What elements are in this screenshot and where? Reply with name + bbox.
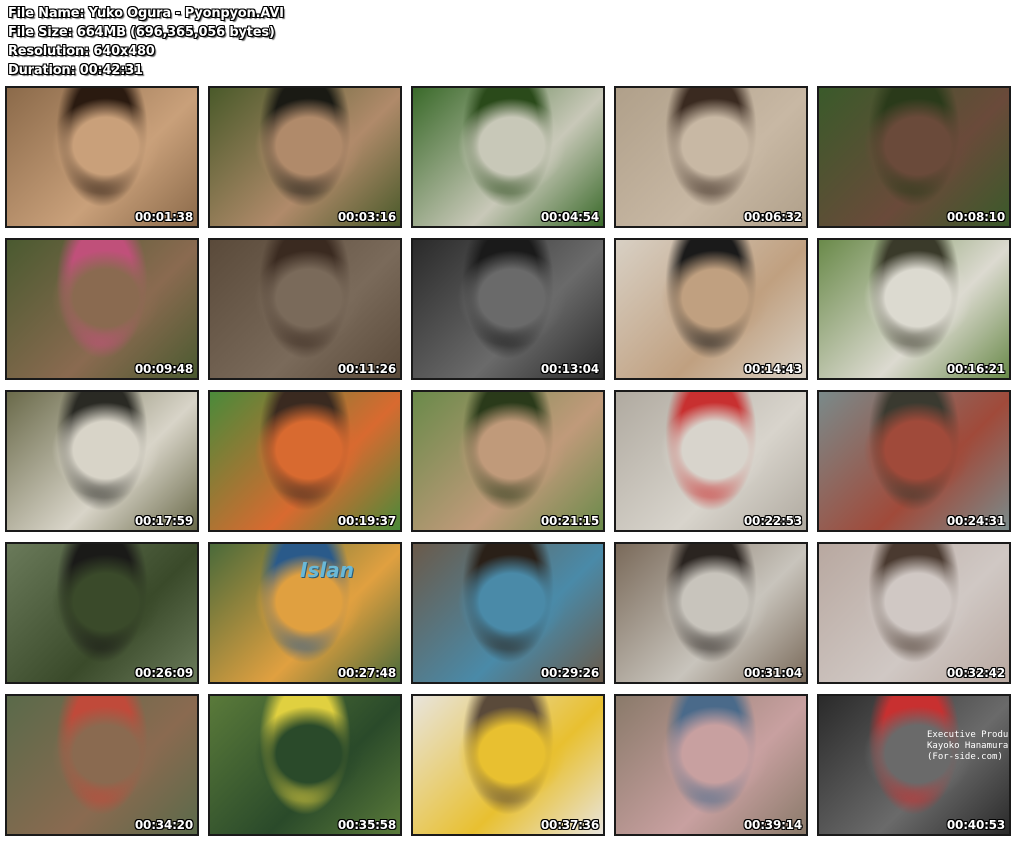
timestamp-label: 00:31:04: [743, 666, 802, 680]
timestamp-label: 00:08:10: [946, 210, 1005, 224]
video-thumbnail[interactable]: 00:04:54: [411, 86, 605, 228]
thumbnail-image: [210, 240, 400, 378]
thumbnail-image: [210, 696, 400, 834]
thumbnail-image: [819, 696, 1009, 834]
timestamp-label: 00:29:26: [540, 666, 599, 680]
file-size-text: File Size: 664MB (696,365,056 bytes): [8, 25, 275, 40]
thumbnail-image: [413, 696, 603, 834]
thumbnail-image: [616, 544, 806, 682]
video-thumbnail[interactable]: 00:19:37: [208, 390, 402, 532]
timestamp-label: 00:34:20: [134, 818, 193, 832]
video-thumbnail[interactable]: 00:21:15: [411, 390, 605, 532]
sign-text: Islan: [300, 558, 354, 582]
timestamp-label: 00:35:58: [337, 818, 396, 832]
video-thumbnail[interactable]: 00:09:48: [5, 238, 199, 380]
timestamp-label: 00:22:53: [743, 514, 802, 528]
timestamp-label: 00:21:15: [540, 514, 599, 528]
thumbnail-image: [7, 392, 197, 530]
thumbnail-image: [819, 88, 1009, 226]
timestamp-label: 00:16:21: [946, 362, 1005, 376]
duration-text: Duration: 00:42:31: [8, 63, 143, 78]
thumbnail-image: [7, 696, 197, 834]
thumbnail-image: [413, 240, 603, 378]
timestamp-label: 00:37:36: [540, 818, 599, 832]
credit-text: Executive Producer Kayoko Hanamura (For-…: [927, 730, 1009, 762]
thumbnail-image: [616, 696, 806, 834]
video-thumbnail[interactable]: 00:34:20: [5, 694, 199, 836]
timestamp-label: 00:04:54: [540, 210, 599, 224]
timestamp-label: 00:06:32: [743, 210, 802, 224]
video-thumbnail[interactable]: 00:37:36: [411, 694, 605, 836]
resolution-text: Resolution: 640x480: [8, 44, 155, 59]
video-thumbnail[interactable]: 00:06:32: [614, 86, 808, 228]
video-thumbnail[interactable]: 00:01:38: [5, 86, 199, 228]
timestamp-label: 00:19:37: [337, 514, 396, 528]
timestamp-label: 00:40:53: [946, 818, 1005, 832]
timestamp-label: 00:39:14: [743, 818, 802, 832]
video-thumbnail[interactable]: 00:32:42: [817, 542, 1011, 684]
video-thumbnail[interactable]: 00:31:04: [614, 542, 808, 684]
timestamp-label: 00:14:43: [743, 362, 802, 376]
video-thumbnail[interactable]: 00:22:53: [614, 390, 808, 532]
thumbnail-image: [819, 240, 1009, 378]
thumbnail-image: [616, 392, 806, 530]
timestamp-label: 00:26:09: [134, 666, 193, 680]
thumbnail-image: [616, 88, 806, 226]
timestamp-label: 00:24:31: [946, 514, 1005, 528]
video-thumbnail[interactable]: 00:17:59: [5, 390, 199, 532]
video-thumbnail[interactable]: 00:11:26: [208, 238, 402, 380]
timestamp-label: 00:11:26: [337, 362, 396, 376]
video-thumbnail[interactable]: 00:14:43: [614, 238, 808, 380]
video-thumbnail[interactable]: 00:13:04: [411, 238, 605, 380]
thumbnail-image: [413, 88, 603, 226]
video-thumbnail[interactable]: Islan 00:27:48: [208, 542, 402, 684]
thumbnail-image: [413, 392, 603, 530]
thumbnail-image: [210, 392, 400, 530]
video-thumbnail[interactable]: 00:29:26: [411, 542, 605, 684]
video-thumbnail[interactable]: 00:08:10: [817, 86, 1011, 228]
video-thumbnail[interactable]: 00:35:58: [208, 694, 402, 836]
thumbnail-image: [819, 392, 1009, 530]
timestamp-label: 00:32:42: [946, 666, 1005, 680]
thumbnail-image: [210, 88, 400, 226]
thumbnail-image: [819, 544, 1009, 682]
video-thumbnail[interactable]: 00:03:16: [208, 86, 402, 228]
video-thumbnail[interactable]: 00:39:14: [614, 694, 808, 836]
video-thumbnail[interactable]: Executive Producer Kayoko Hanamura (For-…: [817, 694, 1011, 836]
thumbnail-image: [7, 544, 197, 682]
timestamp-label: 00:27:48: [337, 666, 396, 680]
timestamp-label: 00:17:59: [134, 514, 193, 528]
timestamp-label: 00:09:48: [134, 362, 193, 376]
thumbnail-image: [413, 544, 603, 682]
video-thumbnail[interactable]: 00:24:31: [817, 390, 1011, 532]
thumbnail-image: [616, 240, 806, 378]
timestamp-label: 00:13:04: [540, 362, 599, 376]
timestamp-label: 00:03:16: [337, 210, 396, 224]
thumbnail-image: [7, 88, 197, 226]
video-thumbnail[interactable]: 00:16:21: [817, 238, 1011, 380]
file-info-header: File Name: Yuko Ogura - Pyonpyon.AVI Fil…: [8, 4, 284, 80]
file-name-text: File Name: Yuko Ogura - Pyonpyon.AVI: [8, 6, 284, 21]
video-thumbnail[interactable]: 00:26:09: [5, 542, 199, 684]
thumbnail-image: [7, 240, 197, 378]
timestamp-label: 00:01:38: [134, 210, 193, 224]
